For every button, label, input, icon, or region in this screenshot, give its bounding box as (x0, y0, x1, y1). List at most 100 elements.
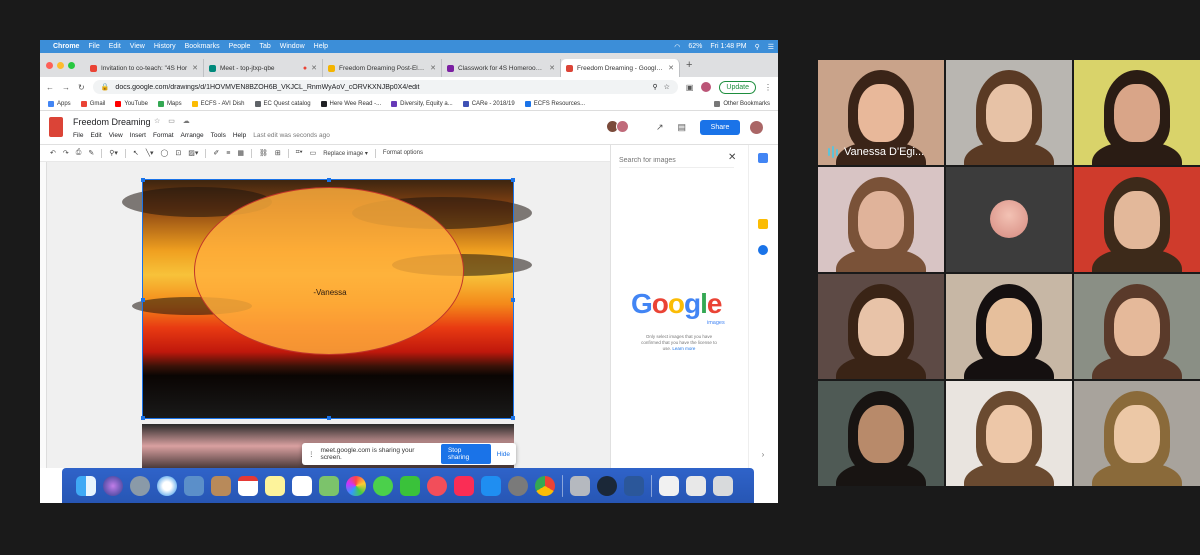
bookmark-other[interactable]: Other Bookmarks (714, 100, 770, 107)
photos-preview-icon[interactable] (184, 475, 204, 496)
resize-handle[interactable] (511, 416, 515, 420)
finder-icon[interactable] (76, 475, 96, 496)
format-options-button[interactable]: Format options (383, 150, 423, 156)
drawing-canvas-area[interactable]: -Vanessa (40, 162, 610, 468)
image-search-input[interactable] (619, 154, 734, 168)
system-preferences-icon[interactable] (508, 475, 528, 496)
reminders-icon[interactable] (292, 475, 312, 496)
resize-handle[interactable] (327, 178, 331, 182)
bookmark-apps[interactable]: Apps (48, 100, 71, 107)
docs-menu-tools[interactable]: Tools (211, 132, 226, 139)
docs-menu-arrange[interactable]: Arrange (181, 132, 204, 139)
facetime-icon[interactable] (400, 475, 420, 496)
last-edit-status[interactable]: Last edit was seconds ago (253, 132, 330, 139)
reload-icon[interactable]: ↻ (78, 83, 85, 92)
menu-help[interactable]: Help (314, 43, 328, 50)
menu-window[interactable]: Window (280, 43, 305, 50)
share-button[interactable]: Share (700, 120, 740, 135)
close-tab-icon[interactable]: ✕ (549, 64, 555, 72)
participant-tile[interactable]: Vanessa D'Egi... (818, 60, 944, 165)
minimize-window-icon[interactable] (57, 61, 64, 69)
battery-percent[interactable]: 62% (688, 43, 702, 50)
menu-edit[interactable]: Edit (109, 43, 121, 50)
participant-tile[interactable] (1074, 274, 1200, 379)
bookmark-here-wee-read[interactable]: Here Wee Read -... (320, 100, 381, 107)
clock[interactable]: Fri 1:48 PM (710, 43, 746, 50)
stop-sharing-button[interactable]: Stop sharing (440, 444, 491, 464)
resize-handle[interactable] (511, 298, 515, 302)
bookmark-care[interactable]: CARe - 2018/19 (462, 100, 515, 107)
mail-stack-icon[interactable] (686, 475, 706, 496)
participant-tile[interactable] (818, 381, 944, 486)
menu-file[interactable]: File (88, 43, 99, 50)
star-move-cloud-icons[interactable]: ☆ ▭ ☁ (154, 117, 193, 125)
zoom-window-icon[interactable] (68, 61, 75, 69)
messages-icon[interactable] (373, 475, 393, 496)
docs-menu-edit[interactable]: Edit (90, 132, 101, 139)
border-weight-icon[interactable]: ≡ (226, 150, 230, 157)
spotlight-icon[interactable]: ⚲ (755, 43, 760, 51)
music-icon[interactable] (454, 475, 474, 496)
hide-button[interactable]: Hide (497, 451, 510, 458)
app-store-icon[interactable] (481, 475, 501, 496)
activity-icon[interactable]: ↗ (656, 122, 664, 133)
word-icon[interactable] (624, 475, 644, 496)
shape-icon[interactable]: ◯ (160, 149, 168, 157)
docs-menu-insert[interactable]: Insert (130, 132, 146, 139)
line-icon[interactable]: ╲▾ (146, 149, 154, 157)
control-center-icon[interactable]: ☰ (768, 43, 774, 51)
close-icon[interactable]: ✕ (728, 152, 736, 163)
bookmark-ec-quest[interactable]: EC Quest catalog (254, 100, 311, 107)
image-capture-icon[interactable] (570, 475, 590, 496)
tab-gmail-invitation[interactable]: Invitation to co-teach: "4S Hor ✕ (85, 59, 204, 77)
tasks-icon[interactable] (758, 245, 768, 255)
calendar-app-icon[interactable] (238, 475, 258, 496)
participant-tile[interactable] (1074, 381, 1200, 486)
bookmark-youtube[interactable]: YouTube (115, 100, 148, 107)
profile-avatar[interactable] (701, 82, 712, 92)
participant-tile[interactable] (946, 274, 1072, 379)
resize-handle[interactable] (511, 178, 515, 182)
calendar-icon[interactable] (758, 153, 768, 163)
collaborator-avatar[interactable] (616, 120, 629, 133)
bookmark-maps[interactable]: Maps (157, 100, 182, 107)
menu-view[interactable]: View (130, 43, 145, 50)
wifi-icon[interactable]: ◠ (674, 43, 680, 51)
close-tab-icon[interactable]: ✕ (430, 64, 436, 72)
menu-tab[interactable]: Tab (259, 43, 270, 50)
resize-handle[interactable] (327, 416, 331, 420)
link-icon[interactable]: ⛓ (259, 149, 268, 157)
participant-tile[interactable] (818, 274, 944, 379)
zoom-lens-icon[interactable]: ⚲ (652, 83, 657, 91)
expand-panel-icon[interactable]: › (758, 450, 768, 460)
notes-icon[interactable] (265, 475, 285, 496)
docs-menu-help[interactable]: Help (233, 132, 246, 139)
docs-menu-format[interactable]: Format (153, 132, 174, 139)
participant-tile[interactable] (1074, 167, 1200, 272)
trash-icon[interactable] (713, 475, 733, 496)
tab-freedom-dreaming-drawing[interactable]: Freedom Dreaming - Google D ✕ (561, 59, 680, 77)
replace-image-button[interactable]: Replace image ▾ (323, 150, 368, 157)
print-icon[interactable]: ⎙ (76, 149, 82, 157)
forward-icon[interactable]: → (62, 83, 70, 92)
chrome-icon[interactable] (535, 475, 555, 496)
more-vert-icon[interactable]: ⋮ (764, 83, 772, 92)
docs-menu-file[interactable]: File (73, 132, 83, 139)
bookmark-ecfs-resources[interactable]: ECFS Resources... (524, 100, 585, 107)
launchpad-icon[interactable] (130, 475, 150, 496)
keep-icon[interactable] (758, 219, 768, 229)
menu-bookmarks[interactable]: Bookmarks (185, 43, 220, 50)
close-tab-icon[interactable]: ✕ (668, 64, 674, 72)
select-icon[interactable]: ↖ (133, 149, 139, 157)
close-window-icon[interactable] (46, 61, 53, 69)
image-icon[interactable]: ▨▾ (188, 149, 198, 157)
tab-classwork[interactable]: Classwork for 4S Homeroom 2 ✕ (442, 59, 561, 77)
drag-handle-icon[interactable]: ⋮ (308, 450, 315, 458)
zoom-icon[interactable]: ⚲▾ (109, 149, 118, 157)
document-title[interactable]: Freedom Dreaming (73, 117, 151, 127)
menu-history[interactable]: History (154, 43, 176, 50)
participant-tile[interactable] (946, 381, 1072, 486)
bookmark-ecfs-avi[interactable]: ECFS - AVI Dish (191, 100, 245, 107)
paint-format-icon[interactable]: ✎ (88, 149, 94, 157)
menu-people[interactable]: People (229, 43, 251, 50)
